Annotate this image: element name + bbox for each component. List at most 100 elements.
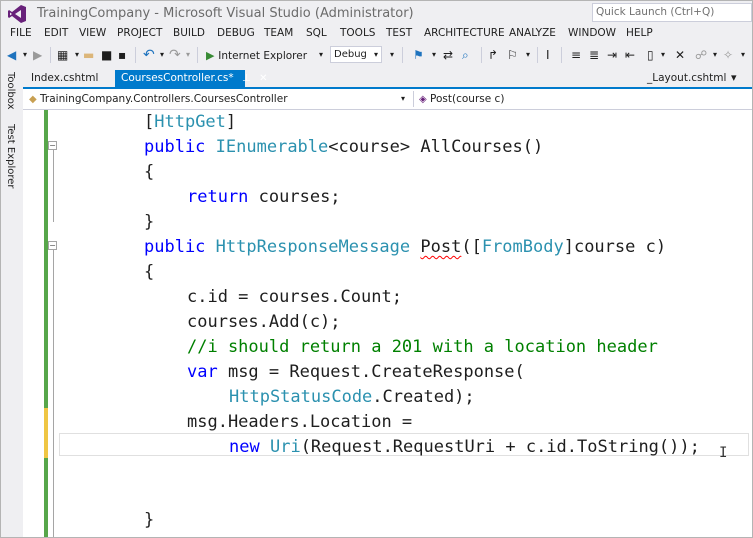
code-line-8: c.id = courses.Count; xyxy=(187,287,402,307)
member-dropdown[interactable]: ◈ Post(course c) xyxy=(419,91,504,107)
menu-build[interactable]: BUILD xyxy=(173,27,205,39)
uncomment-icon[interactable]: ≣ xyxy=(589,46,599,64)
code-line-10-comment: //i should return a 201 with a location … xyxy=(187,337,658,357)
close-icon[interactable]: ✕ xyxy=(259,70,267,87)
menu-window[interactable]: WINDOW xyxy=(568,27,616,39)
code-line-11: var msg = Request.CreateResponse( xyxy=(187,362,525,382)
extension-icon[interactable]: ✧ xyxy=(723,46,733,64)
undo-dropdown-icon[interactable]: ▾ xyxy=(160,46,164,64)
redo-icon[interactable]: ↷ xyxy=(169,46,181,64)
menu-help[interactable]: HELP xyxy=(626,27,653,39)
collapse-toggle[interactable]: − xyxy=(48,141,57,150)
toolbar-separator xyxy=(402,47,403,63)
toolbar-separator xyxy=(135,47,136,63)
menu-analyze[interactable]: ANALYZE xyxy=(509,27,556,39)
step-icon[interactable]: ↱ xyxy=(488,46,498,64)
test-explorer-tab[interactable]: Test Explorer xyxy=(5,124,16,189)
title-bar: TrainingCompany - Microsoft Visual Studi… xyxy=(1,1,752,25)
toolbar-separator xyxy=(197,47,198,63)
toolbox-tab[interactable]: Toolbox xyxy=(5,72,16,110)
collapse-toggle[interactable]: − xyxy=(48,241,57,250)
attach-icon[interactable]: ⚑ xyxy=(413,46,424,64)
run-button[interactable]: ▶ Internet Explorer xyxy=(206,46,307,64)
comment-icon[interactable]: ≡ xyxy=(571,46,581,64)
menu-bar: FILE EDIT VIEW PROJECT BUILD DEBUG TEAM … xyxy=(1,25,752,43)
menu-file[interactable]: FILE xyxy=(10,27,32,39)
attach-dropdown-icon[interactable]: ▾ xyxy=(432,46,436,64)
configuration-dropdown[interactable]: Debug ▾ xyxy=(330,46,382,63)
menu-view[interactable]: VIEW xyxy=(79,27,106,39)
tab-label: CoursesController.cs* xyxy=(121,72,234,84)
new-project-icon[interactable]: ▦ xyxy=(57,46,68,64)
method-icon: ◈ xyxy=(419,94,427,105)
find-icon[interactable]: ⌕ xyxy=(462,46,469,64)
menu-sql[interactable]: SQL xyxy=(306,27,327,39)
outline-guide xyxy=(53,250,54,537)
menu-edit[interactable]: EDIT xyxy=(44,27,68,39)
window-title: TrainingCompany - Microsoft Visual Studi… xyxy=(37,6,414,21)
back-icon[interactable]: ◀ xyxy=(7,46,16,64)
page-dropdown-icon[interactable]: ▾ xyxy=(661,46,665,64)
menu-tools[interactable]: TOOLS xyxy=(340,27,375,39)
pin-icon[interactable]: ⊥ xyxy=(242,70,251,87)
code-line-1: [HttpGet] xyxy=(144,112,237,132)
forward-icon[interactable]: ▶ xyxy=(33,46,42,64)
code-line-15: } xyxy=(144,510,155,530)
menu-test[interactable]: TEST xyxy=(386,27,412,39)
code-line-12: HttpStatusCode.Created); xyxy=(229,387,475,407)
visual-studio-window: TrainingCompany - Microsoft Visual Studi… xyxy=(0,0,753,538)
mouse-ibeam-cursor: I xyxy=(719,445,728,461)
redo-dropdown-icon[interactable]: ▾ xyxy=(186,46,190,64)
change-marker-unsaved xyxy=(44,408,48,458)
type-dropdown[interactable]: ◆ TrainingCompany.Controllers.CoursesCon… xyxy=(29,91,288,107)
toolbar-separator xyxy=(561,47,562,63)
platform-dropdown-icon[interactable]: ▾ xyxy=(390,46,394,64)
toolbar-separator xyxy=(50,47,51,63)
code-editor[interactable]: − − [HttpGet] public IEnumerable<course>… xyxy=(23,110,752,537)
run-target-label: Internet Explorer xyxy=(218,50,308,62)
outline-guide xyxy=(53,150,54,222)
bookmark-dropdown-icon[interactable]: ▾ xyxy=(526,46,530,64)
code-line-9: courses.Add(c); xyxy=(187,312,341,332)
navigate-icon[interactable]: ⇄ xyxy=(443,46,453,64)
left-dock-panel: Toolbox Test Explorer xyxy=(1,67,23,537)
outdent-icon[interactable]: ⇤ xyxy=(625,46,635,64)
play-icon: ▶ xyxy=(206,49,215,62)
member-name: Post(course c) xyxy=(430,93,505,105)
save-all-icon[interactable]: ▪ xyxy=(118,46,126,64)
tab-layout-cshtml[interactable]: _Layout.cshtml xyxy=(641,70,732,87)
run-target-dropdown-icon[interactable]: ▾ xyxy=(319,46,323,64)
overflow-dropdown-icon[interactable]: ▾ xyxy=(741,46,745,64)
menu-project[interactable]: PROJECT xyxy=(117,27,162,39)
tab-index-cshtml[interactable]: Index.cshtml xyxy=(25,70,104,87)
tab-overflow-icon[interactable]: ▾ xyxy=(731,71,737,84)
tools-icon[interactable]: ✕ xyxy=(675,46,685,64)
menu-debug[interactable]: DEBUG xyxy=(217,27,255,39)
quick-launch-placeholder: Quick Launch (Ctrl+Q) xyxy=(596,6,715,18)
browser-link-icon[interactable]: ☍ xyxy=(695,46,707,64)
undo-icon[interactable]: ↶ xyxy=(143,46,155,64)
configuration-value: Debug xyxy=(334,49,367,60)
change-marker-saved xyxy=(44,458,48,537)
code-line-6: public HttpResponseMessage Post([FromBod… xyxy=(144,237,667,257)
chevron-down-icon: ▾ xyxy=(373,50,378,59)
new-dropdown-icon[interactable]: ▾ xyxy=(75,46,79,64)
page-icon[interactable]: ▯ xyxy=(647,46,654,64)
quick-launch-input[interactable]: Quick Launch (Ctrl+Q) xyxy=(592,3,752,22)
type-path: TrainingCompany.Controllers.CoursesContr… xyxy=(40,93,288,105)
browser-link-dropdown-icon[interactable]: ▾ xyxy=(713,46,717,64)
open-file-icon[interactable]: ▬ xyxy=(83,46,94,64)
chevron-down-icon[interactable]: ▾ xyxy=(401,91,405,107)
tab-courses-controller[interactable]: CoursesController.cs* ⊥ ✕ xyxy=(115,70,267,87)
indent-icon[interactable]: ⇥ xyxy=(607,46,617,64)
toolbar-separator xyxy=(537,47,538,63)
menu-architecture[interactable]: ARCHITECTURE xyxy=(424,27,505,39)
menu-team[interactable]: TEAM xyxy=(264,27,293,39)
code-line-5: } xyxy=(144,212,155,232)
code-line-14: new Uri(Request.RequestUri + c.id.ToStri… xyxy=(229,437,700,457)
text-cursor-icon[interactable]: I xyxy=(546,46,550,64)
back-dropdown-icon[interactable]: ▾ xyxy=(23,46,27,64)
save-icon[interactable]: ■ xyxy=(101,46,112,64)
standard-toolbar: ◀ ▾ ▶ ▦ ▾ ▬ ■ ▪ ↶ ▾ ↷ ▾ ▶ Internet Explo… xyxy=(1,43,752,67)
bookmark-icon[interactable]: ⚐ xyxy=(507,46,518,64)
